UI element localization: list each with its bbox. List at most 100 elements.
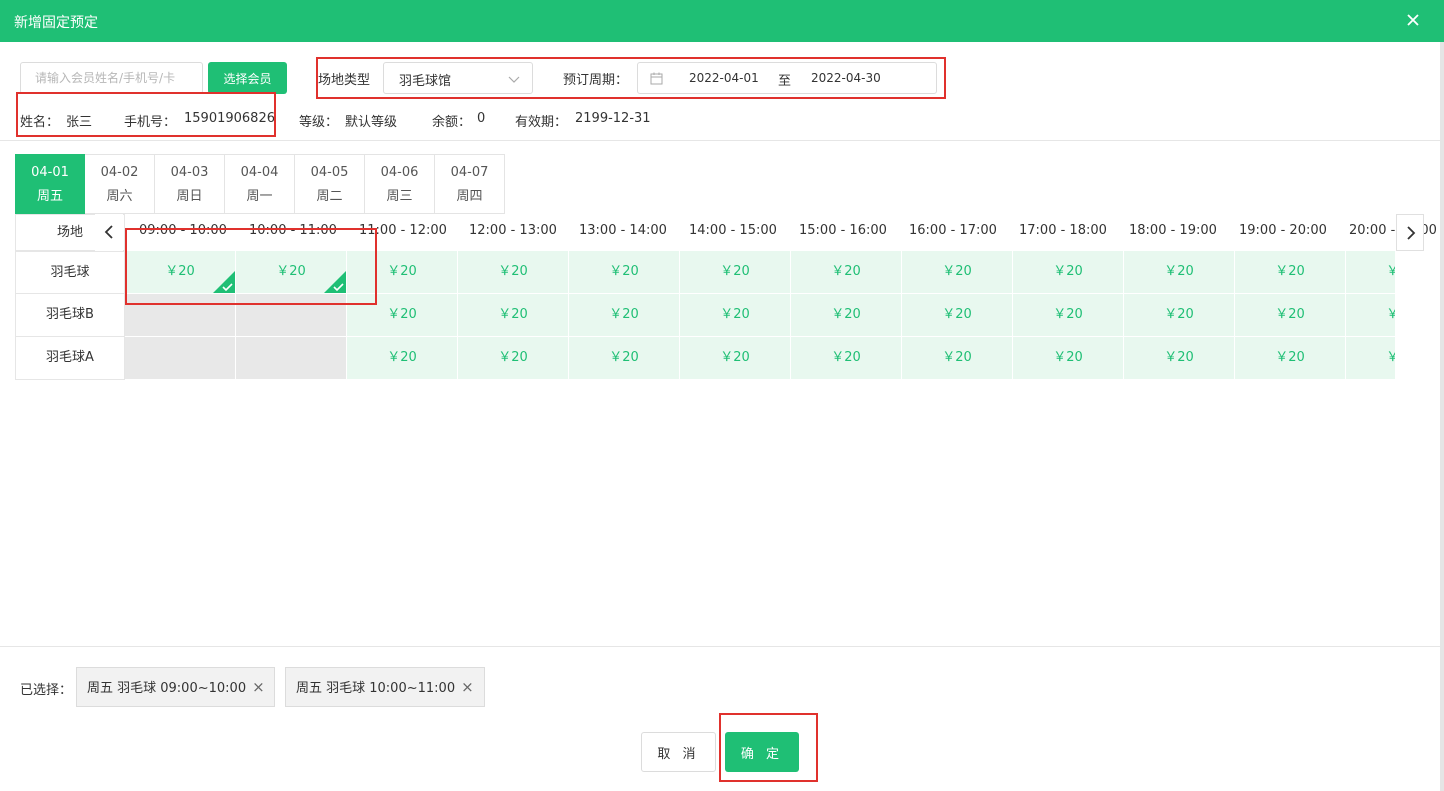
tab-date-04-06[interactable]: 04-06 周三 (365, 154, 435, 214)
booking-slot-available[interactable]: ￥20 (902, 251, 1012, 293)
booking-slot-available[interactable]: ￥20 (680, 251, 790, 293)
booking-slot-available[interactable]: ￥20 (680, 294, 790, 336)
slot-price: ￥20 (942, 264, 972, 279)
slot-price: ￥20 (1386, 307, 1395, 322)
booking-slot-available[interactable]: ￥20 (458, 337, 568, 379)
booking-slot-available[interactable]: ￥20 (1235, 337, 1345, 379)
booking-slot-available[interactable]: ￥20 (1124, 294, 1234, 336)
date-range-picker[interactable]: 2022-04-01 至 2022-04-30 (637, 62, 937, 94)
venue-name: 羽毛球B (15, 294, 125, 337)
slot-grid: ￥20 ￥20 ￥20 ￥20 ￥20 ￥20 ￥20 ￥20 ￥20 ￥20 ￥20 ￥20 ￥20 ￥… (125, 251, 1395, 379)
slot-price: ￥20 (1275, 307, 1305, 322)
confirm-button[interactable]: 确 定 (725, 732, 799, 772)
booking-slot-disabled (125, 337, 235, 379)
booking-slot-available[interactable]: ￥20 (1235, 294, 1345, 336)
booking-slot-available[interactable]: ￥20 (680, 337, 790, 379)
booking-slot-available[interactable]: ￥20 (1346, 337, 1395, 379)
time-slot-label: 10:00 - 11:00 (249, 223, 337, 238)
tab-date: 04-05 (310, 165, 349, 180)
booking-slot-available[interactable]: ￥20 (569, 294, 679, 336)
booking-slot-available[interactable]: ￥20 (458, 251, 568, 293)
slot-price: ￥20 (720, 264, 750, 279)
booking-slot-available[interactable]: ￥20 (1013, 337, 1123, 379)
booking-slot-available[interactable]: ￥20 (569, 337, 679, 379)
booking-slot-available[interactable]: ￥20 (347, 337, 457, 379)
time-slot-label: 12:00 - 13:00 (469, 223, 557, 238)
booking-slot-available[interactable]: ￥20 (1346, 294, 1395, 336)
slot-price: ￥20 (498, 350, 528, 365)
scroll-right-button[interactable] (1396, 214, 1424, 251)
scroll-left-button[interactable] (95, 214, 123, 251)
slot-price: ￥20 (276, 264, 306, 279)
slot-price: ￥20 (498, 264, 528, 279)
booking-slot-available[interactable]: ￥20 (1235, 251, 1345, 293)
booking-slot-available[interactable]: ￥20 (902, 294, 1012, 336)
dialog-header: 新增固定预定 (0, 0, 1444, 42)
booking-slot-available[interactable]: ￥20 (347, 251, 457, 293)
time-slot-label: 14:00 - 15:00 (689, 223, 777, 238)
period-label: 预订周期： (563, 73, 629, 88)
select-member-button[interactable]: 选择会员 (208, 62, 287, 94)
member-phone-label: 手机号： (124, 115, 177, 130)
booking-slot-available[interactable]: ￥20 (791, 337, 901, 379)
tab-date-04-02[interactable]: 04-02 周六 (85, 154, 155, 214)
booking-slot-available[interactable]: ￥20 (791, 251, 901, 293)
slot-price: ￥20 (498, 307, 528, 322)
member-name-label: 姓名： (20, 115, 60, 130)
booking-slot-available[interactable]: ￥20 (791, 294, 901, 336)
tab-weekday: 周日 (176, 189, 203, 204)
booking-slot-available[interactable]: ￥20 (458, 294, 568, 336)
time-slot-label: 18:00 - 19:00 (1129, 223, 1217, 238)
slot-price: ￥20 (387, 350, 417, 365)
booking-slot-available[interactable]: ￥20 (1346, 251, 1395, 293)
start-date[interactable]: 2022-04-01 (689, 71, 759, 85)
member-level: 默认等级 (345, 115, 398, 130)
cancel-button[interactable]: 取 消 (641, 732, 716, 772)
check-icon (213, 271, 235, 293)
booking-slot-available[interactable]: ￥20 (1013, 294, 1123, 336)
time-slot-label: 15:00 - 16:00 (799, 223, 887, 238)
booking-slot-available[interactable]: ￥20 (1124, 337, 1234, 379)
tab-date-04-05[interactable]: 04-05 周二 (295, 154, 365, 214)
end-date[interactable]: 2022-04-30 (811, 71, 881, 85)
slot-price: ￥20 (1275, 350, 1305, 365)
booking-slot-available[interactable]: ￥20 (569, 251, 679, 293)
member-search-input[interactable] (20, 62, 203, 94)
booking-slot-available[interactable]: ￥20 (1124, 251, 1234, 293)
venue-type-select[interactable]: 羽毛球馆 (383, 62, 533, 94)
member-expiry-label: 有效期： (515, 115, 568, 130)
remove-chip-icon[interactable]: × (252, 668, 265, 706)
slot-price: ￥20 (831, 264, 861, 279)
time-slot-label: 19:00 - 20:00 (1239, 223, 1327, 238)
tab-date: 04-02 (100, 165, 139, 180)
close-icon[interactable] (1404, 11, 1422, 29)
remove-chip-icon[interactable]: × (461, 668, 474, 706)
chevron-right-icon (1407, 226, 1416, 240)
booking-slot-selected[interactable]: ￥20 (125, 251, 235, 293)
tab-date-04-04[interactable]: 04-04 周一 (225, 154, 295, 214)
footer-divider (0, 646, 1440, 647)
booking-slot-selected[interactable]: ￥20 (236, 251, 346, 293)
tab-date: 04-01 (31, 165, 69, 180)
member-phone: 15901906826 (184, 111, 275, 126)
tab-weekday: 周五 (36, 189, 63, 204)
slot-price: ￥20 (1386, 264, 1395, 279)
tab-date-04-01[interactable]: 04-01 周五 (15, 154, 85, 214)
tab-date-04-07[interactable]: 04-07 周四 (435, 154, 505, 214)
slot-price: ￥20 (609, 350, 639, 365)
booking-slot-available[interactable]: ￥20 (1013, 251, 1123, 293)
slot-price: ￥20 (1164, 350, 1194, 365)
booking-slot-available[interactable]: ￥20 (902, 337, 1012, 379)
tab-date: 04-03 (170, 165, 209, 180)
calendar-icon (650, 72, 663, 85)
booking-slot-disabled (236, 294, 346, 336)
venue-name: 羽毛球 (15, 251, 125, 294)
slot-price: ￥20 (609, 307, 639, 322)
selected-chip-text: 周五 羽毛球 10:00~11:00 (296, 681, 456, 696)
selected-chip: 周五 羽毛球 09:00~10:00 × (76, 667, 275, 707)
slot-price: ￥20 (387, 264, 417, 279)
selected-label: 已选择： (20, 683, 73, 698)
tab-date-04-03[interactable]: 04-03 周日 (155, 154, 225, 214)
booking-slot-available[interactable]: ￥20 (347, 294, 457, 336)
slot-price: ￥20 (1275, 264, 1305, 279)
